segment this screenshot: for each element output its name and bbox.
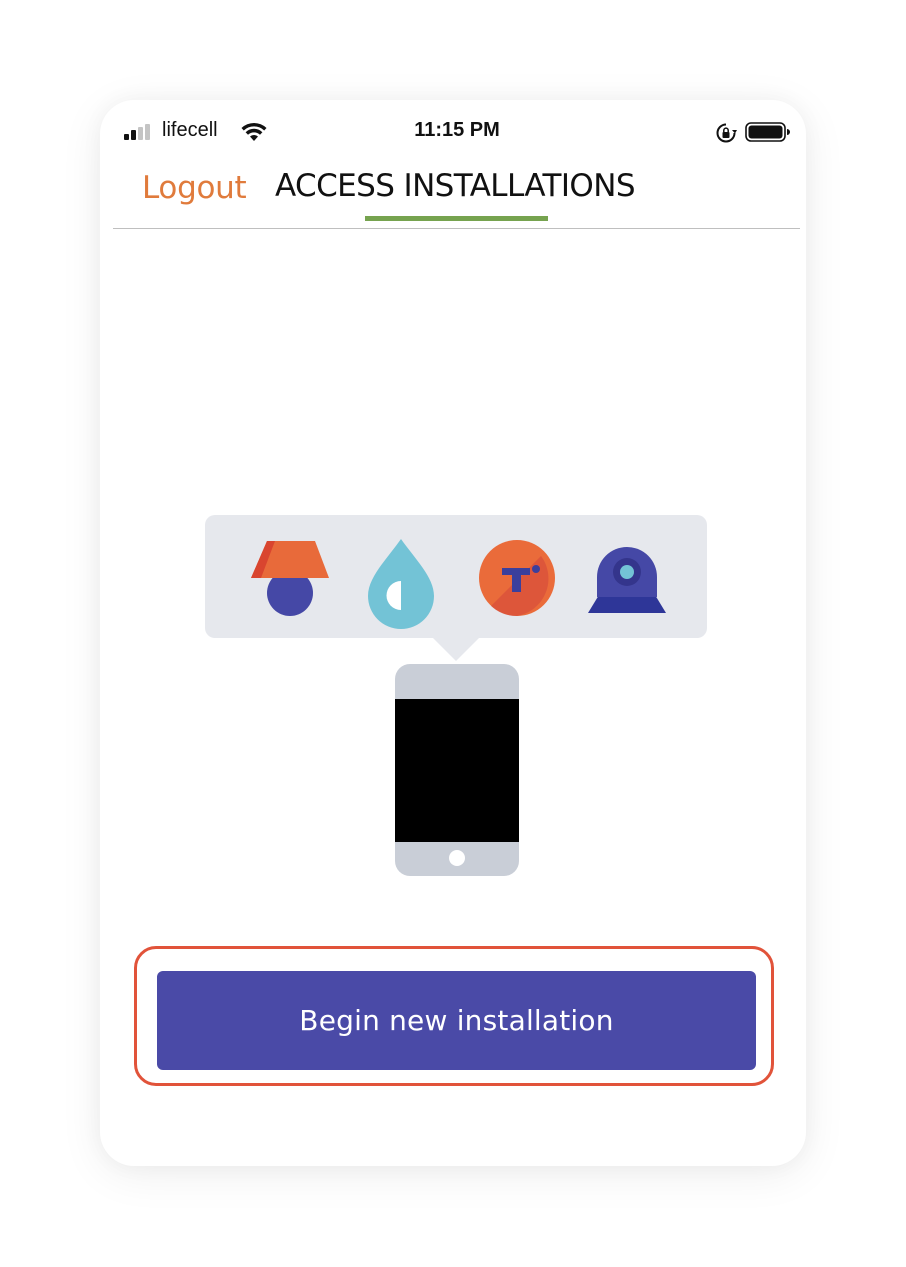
page-title: ACCESS INSTALLATIONS: [275, 168, 636, 204]
phone-screen: lifecell 11:15 PM Logout ACCESS INSTALLA…: [100, 100, 806, 1166]
nav-divider: [113, 228, 800, 229]
navigation-bar: Logout ACCESS INSTALLATIONS: [100, 164, 806, 228]
battery-icon: [745, 122, 790, 142]
begin-installation-button[interactable]: Begin new installation: [157, 971, 756, 1070]
devices-illustration: [205, 515, 707, 876]
rotation-lock-icon: [716, 123, 737, 143]
thermostat-icon: [479, 540, 555, 617]
title-underline: [365, 216, 548, 221]
status-bar: lifecell 11:15 PM: [100, 100, 806, 164]
phone-illustration: [395, 664, 519, 876]
status-time: 11:15 PM: [414, 119, 500, 141]
logout-button[interactable]: Logout: [142, 170, 247, 206]
